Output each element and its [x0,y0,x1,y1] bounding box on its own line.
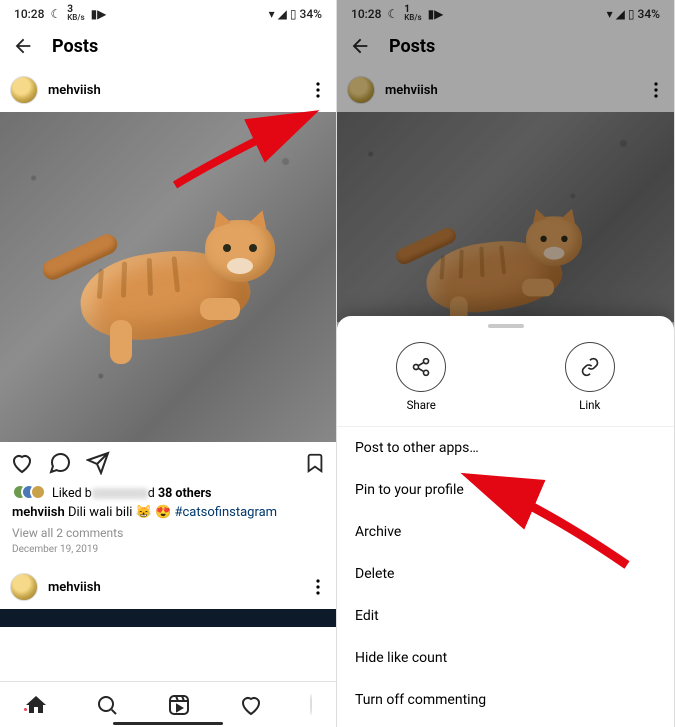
likes-text: Liked bd 38 others [52,486,211,501]
like-icon[interactable] [10,451,34,475]
post-image[interactable] [0,112,336,442]
signal-icon: ◢ [616,7,625,21]
status-data: 3KB/s [67,6,84,22]
redacted [92,488,148,499]
reels-icon[interactable] [167,693,191,717]
topbar: Posts [337,24,674,68]
screenshot-right: 10:28 ☾ 1KB/s ▮▶ ▾ ◢ ▯ 34% Posts mehviis… [337,0,675,727]
options-sheet: Share Link Post to other apps… Pin to yo… [337,316,674,727]
page-title: Posts [52,36,98,57]
likes-row[interactable]: Liked bd 38 others [0,484,336,502]
page-title: Posts [389,36,435,57]
battery-pct: 34% [638,7,660,21]
caption-text: Dili wali bili [68,505,132,520]
post-date: December 19, 2019 [0,542,336,557]
back-arrow-icon[interactable] [12,35,34,57]
cat-photo-subject [394,202,594,322]
sheet-item-turn-off-commenting[interactable]: Turn off commenting [337,679,674,721]
liker-avatars-icon [12,484,46,502]
post-actions [0,442,336,484]
sheet-item-hide-like[interactable]: Hide like count [337,637,674,679]
avatar[interactable] [347,76,375,104]
dnd-icon: ▮▶ [91,7,107,21]
post-username[interactable]: mehviish [385,83,438,98]
sheet-grabber[interactable] [488,324,524,328]
sheet-item-delete[interactable]: Delete [337,553,674,595]
post-username[interactable]: mehviish [48,580,101,595]
caption-username[interactable]: mehviish [12,505,65,520]
status-time: 10:28 [351,7,381,21]
comment-icon[interactable] [48,451,72,475]
status-time: 10:28 [14,7,44,21]
battery-icon: ▯ [290,7,297,21]
share-label: Share [407,398,436,412]
back-arrow-icon[interactable] [349,35,371,57]
status-bar: 10:28 ☾ 3KB/s ▮▶ ▾ ◢ ▯ 34% [0,0,336,24]
status-bar: 10:28 ☾ 1KB/s ▮▶ ▾ ◢ ▯ 34% [337,0,674,24]
sheet-share-button[interactable]: Share [396,342,446,412]
screenshot-left: 10:28 ☾ 3KB/s ▮▶ ▾ ◢ ▯ 34% Posts mehviis… [0,0,337,727]
signal-icon: ◢ [278,7,287,21]
status-data: 1KB/s [404,6,421,22]
more-options-icon[interactable] [310,573,326,601]
battery-pct: 34% [300,7,322,21]
avatar[interactable] [10,573,38,601]
post-username[interactable]: mehviish [48,83,101,98]
sheet-item-post-other-apps[interactable]: Post to other apps… [337,427,674,469]
post-caption: mehviish Dili wali bili 😸 😍 #catsofinsta… [0,502,336,524]
more-options-icon[interactable] [310,76,326,104]
post-header: mehviish [337,68,674,112]
sheet-link-button[interactable]: Link [565,342,615,412]
moon-icon: ☾ [50,7,61,21]
next-post-peek [0,609,336,627]
sheet-item-archive[interactable]: Archive [337,511,674,553]
share-icon[interactable] [86,451,110,475]
more-options-icon[interactable] [648,76,664,104]
caption-emojis: 😸 😍 [136,505,172,520]
gesture-bar [113,722,223,725]
wifi-icon: ▾ [607,7,613,21]
battery-icon: ▯ [628,7,635,21]
post-image[interactable] [337,112,674,322]
avatar[interactable] [10,76,38,104]
dnd-icon: ▮▶ [428,7,444,21]
post-header: mehviish [0,68,336,112]
profile-icon[interactable] [310,695,312,714]
sheet-item-pin-profile[interactable]: Pin to your profile [337,469,674,511]
caption-hashtag[interactable]: #catsofinstagram [174,505,277,520]
sheet-item-edit[interactable]: Edit [337,595,674,637]
bottom-nav [0,681,336,727]
view-comments[interactable]: View all 2 comments [0,524,336,542]
wifi-icon: ▾ [269,7,275,21]
cat-photo-subject [40,202,290,362]
home-icon[interactable] [24,693,48,717]
link-icon [565,342,615,392]
share-icon [396,342,446,392]
next-post-header: mehviish [0,565,336,609]
activity-icon[interactable] [239,693,263,717]
link-label: Link [579,398,600,412]
save-icon[interactable] [304,451,326,475]
search-icon[interactable] [95,693,119,717]
topbar: Posts [0,24,336,68]
moon-icon: ☾ [387,7,398,21]
